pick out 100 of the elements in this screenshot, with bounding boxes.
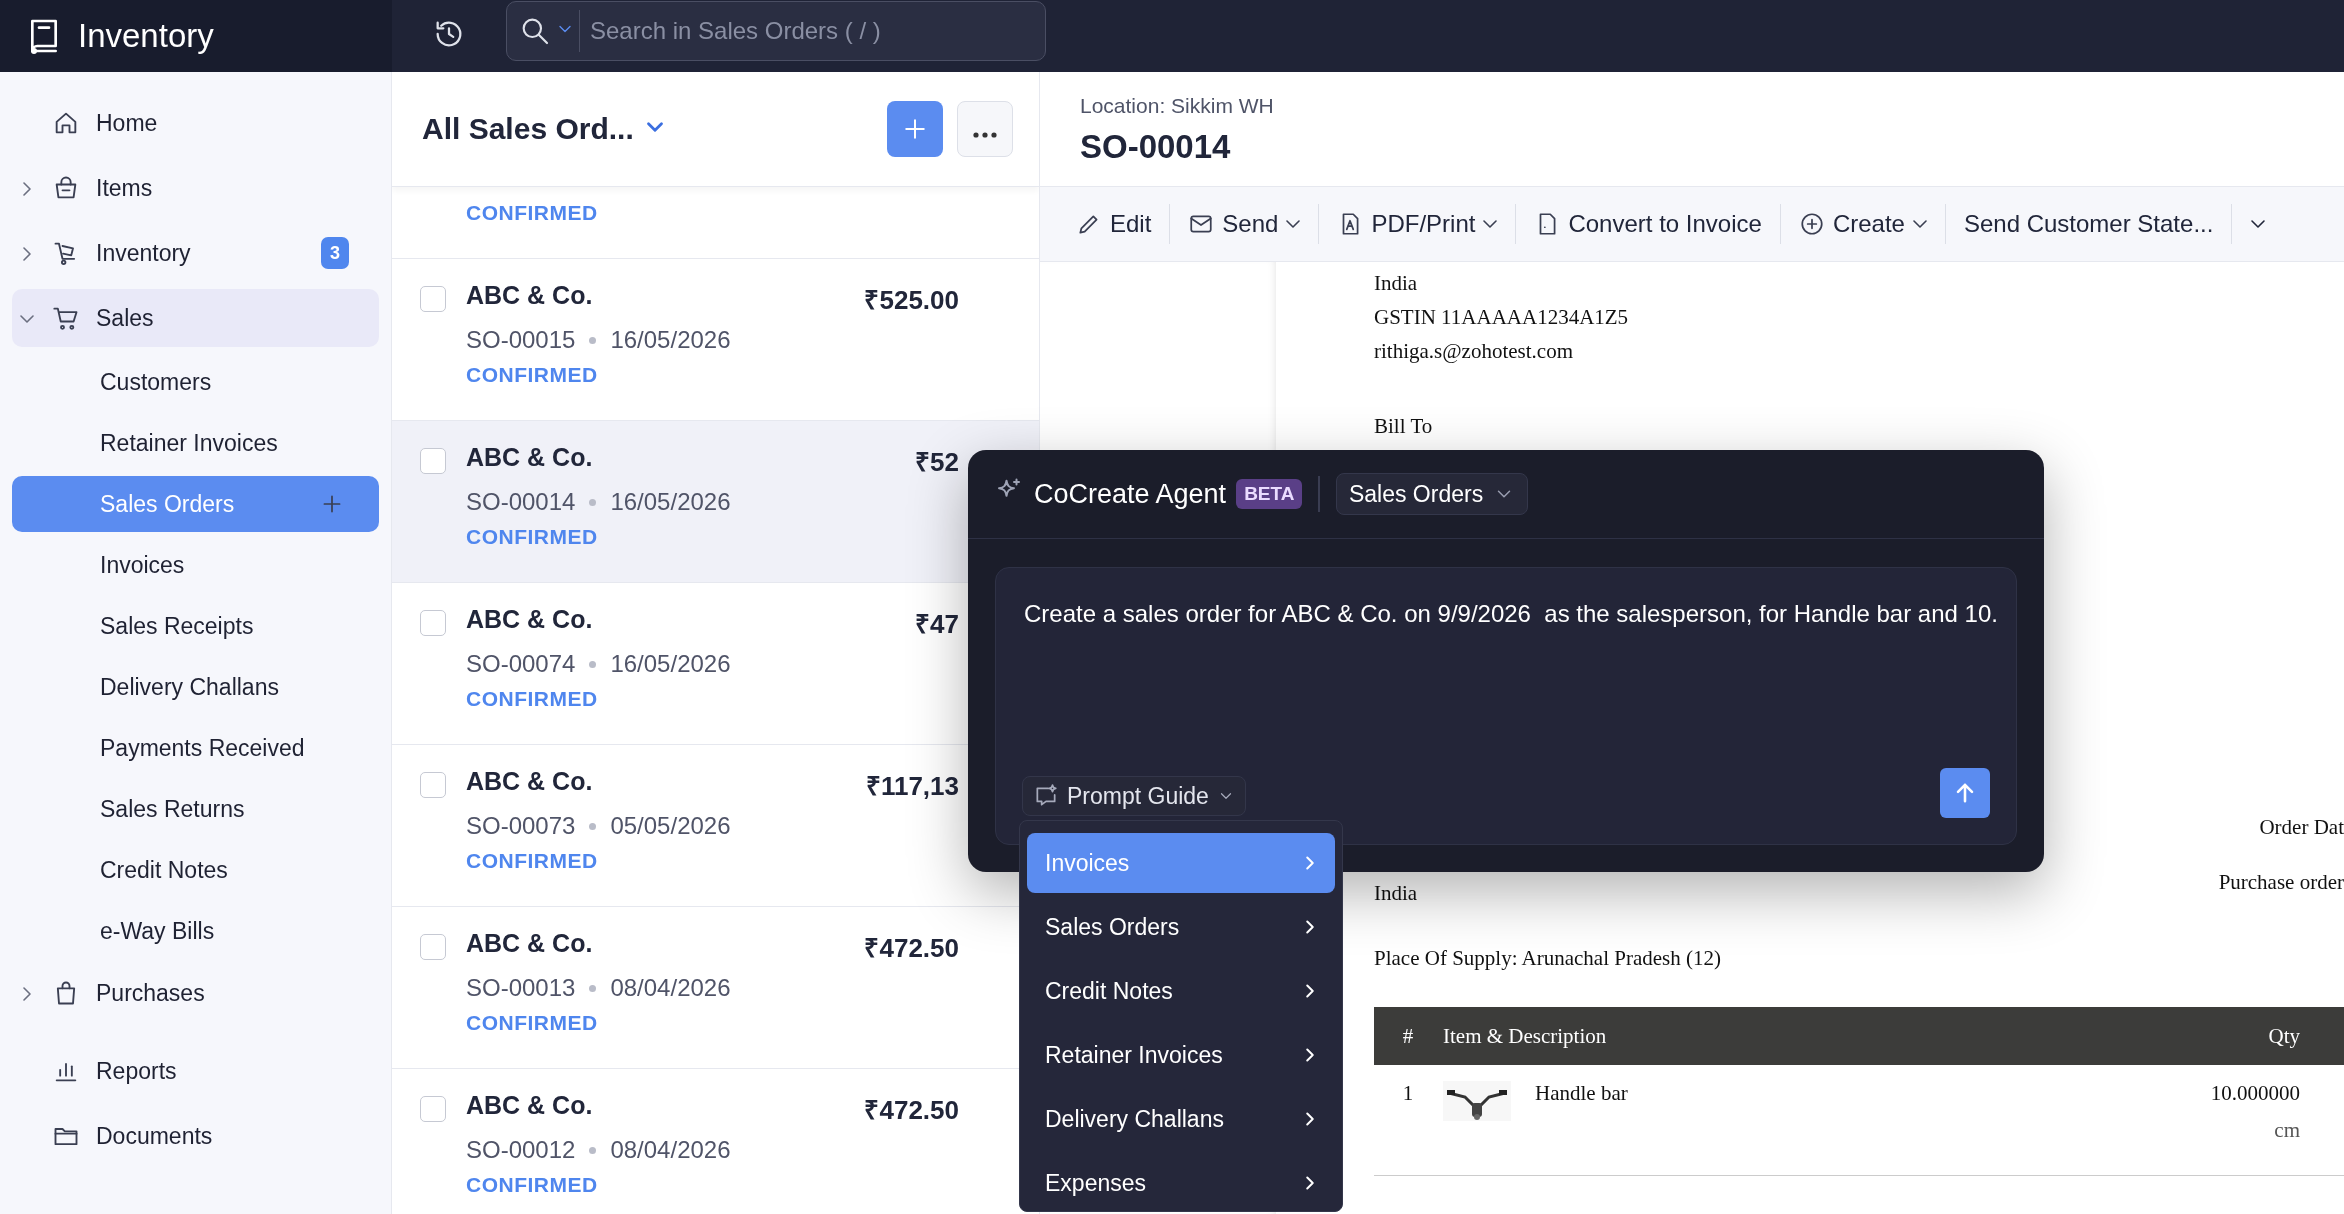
customer-name: ABC & Co. <box>466 767 594 797</box>
amount: ₹52 <box>915 446 959 479</box>
purchase-order-label: Purchase order <box>2218 870 2344 895</box>
bill-to-label: Bill To <box>1374 414 1434 439</box>
table-cell-text: 10.000000 <box>2209 1081 2300 1106</box>
separator-dot <box>589 822 597 830</box>
order-number: SO-00014 <box>466 488 576 516</box>
module-dropdown[interactable]: Sales Orders <box>1335 473 1529 515</box>
order-date: 05/05/2026 <box>610 812 731 840</box>
order-date: 08/04/2026 <box>610 974 731 1002</box>
checkbox[interactable] <box>420 448 446 474</box>
status-label: CONFIRMED <box>466 363 599 388</box>
place-of-supply: Place Of Supply: Arunachal Pradesh (12) <box>1374 946 1722 971</box>
toolbar-button[interactable]: Create <box>1780 204 1946 244</box>
separator-dot <box>589 1146 597 1154</box>
separator-dot <box>589 660 597 668</box>
unit-label: cm <box>2273 1118 2300 1143</box>
sidebar-item[interactable]: Inventory 3 <box>12 224 379 282</box>
sidebar-item[interactable]: Delivery Challans <box>12 659 379 715</box>
prompt-field[interactable]: Create a sales order for ABC & Co. on 9/9/2026 as the salesperson, for Handle bar and 10. Prompt Guide <box>995 567 2017 845</box>
column-header: Qty <box>1966 1007 2344 1065</box>
status-label: CONFIRMED <box>466 1011 599 1036</box>
column-header: # <box>1374 1007 1442 1065</box>
order-number: SO-00074 <box>466 650 576 678</box>
address-line: GSTIN 11AAAAA1234A1Z5 <box>1374 304 1630 331</box>
menu-item[interactable]: Expenses <box>1027 1153 1335 1211</box>
beta-badge: BETA <box>1236 479 1303 509</box>
app-title: Inventory <box>78 17 214 55</box>
toolbar-button[interactable]: Send <box>1170 204 1320 244</box>
checkbox[interactable] <box>420 286 446 312</box>
column-header: Item & Description <box>1442 1007 1967 1065</box>
sidebar-item[interactable]: Sales Receipts <box>12 598 379 654</box>
sidebar-item[interactable]: Reports <box>12 1042 379 1100</box>
order-date: 08/04/2026 <box>610 1136 731 1164</box>
amount: ₹47 <box>915 608 959 641</box>
chevron-right-icon <box>20 986 34 1001</box>
sidebar-item[interactable]: Purchases <box>12 964 379 1022</box>
address-line: India <box>1374 881 1418 905</box>
separator-dot <box>589 498 597 506</box>
status-label: CONFIRMED <box>466 687 599 712</box>
order-date: 16/05/2026 <box>610 326 731 354</box>
table-cell: Handle bar <box>1535 1081 1628 1106</box>
status-label: CONFIRMED <box>466 525 599 550</box>
amount: ₹117,13 <box>865 770 959 803</box>
checkbox[interactable] <box>420 772 446 798</box>
separator-dot <box>589 336 597 344</box>
chevron-down-icon <box>1483 217 1498 231</box>
toolbar-button[interactable]: Send Customer State... <box>1945 204 2233 244</box>
list-title: All Sales Ord... <box>422 112 634 146</box>
status-label: CONFIRMED <box>466 1173 599 1198</box>
more-icon <box>973 131 997 138</box>
order-date: 16/05/2026 <box>610 650 731 678</box>
address-line: rithiga.s@zohotest.com <box>1374 338 1574 365</box>
separator-dot <box>589 984 597 992</box>
amount: ₹525.00 <box>864 284 959 317</box>
sidebar-item[interactable]: Documents <box>12 1107 379 1165</box>
sidebar-item[interactable]: Home <box>12 94 379 152</box>
customer-name: ABC & Co. <box>466 281 594 311</box>
order-number: SO-00013 <box>466 974 576 1002</box>
table-cell: 1 <box>1374 1065 1442 1175</box>
sidebar-item[interactable]: Credit Notes <box>12 842 379 898</box>
customer-name: ABC & Co. <box>466 929 594 959</box>
customer-name: ABC & Co. <box>466 443 594 473</box>
order-number: SO-00012 <box>466 1136 576 1164</box>
toolbar-button[interactable]: Convert to Invoice <box>1516 204 1781 244</box>
sidebar-item[interactable]: Customers <box>12 354 379 410</box>
order-number: SO-00015 <box>466 326 576 354</box>
address-line: India <box>1374 270 1419 297</box>
order-date: 16/05/2026 <box>610 488 731 516</box>
checkbox[interactable] <box>420 610 446 636</box>
sidebar-item[interactable]: Payments Received <box>12 720 379 776</box>
count-badge: 3 <box>321 237 349 269</box>
order-date-label: Order Dat <box>2258 815 2344 840</box>
sidebar-item[interactable]: Sales Returns <box>12 781 379 837</box>
chevron-down-icon <box>1286 217 1301 231</box>
toolbar-button[interactable]: PDF/Print <box>1319 204 1517 244</box>
sidebar-item[interactable]: Items <box>12 159 379 217</box>
order-number: SO-00073 <box>466 812 576 840</box>
sidebar-item[interactable]: e-Way Bills <box>12 903 379 959</box>
chevron-right-icon <box>20 181 34 196</box>
amount: ₹472.50 <box>864 1094 959 1127</box>
amount: ₹472.50 <box>864 932 959 965</box>
sidebar-item[interactable]: Sales <box>12 289 379 347</box>
sidebar-item[interactable]: Invoices <box>12 537 379 593</box>
search-field[interactable]: Search in Sales Orders ( / ) <box>506 1 1046 61</box>
checkbox[interactable] <box>420 934 446 960</box>
menu-item[interactable]: Delivery Challans <box>1027 1089 1335 1149</box>
more-button[interactable] <box>957 101 1013 157</box>
prompt-guide-button[interactable]: Prompt Guide <box>1022 776 1246 816</box>
plus-circle-icon <box>1798 211 1825 237</box>
order-title: SO-00014 <box>1080 128 1232 166</box>
checkbox[interactable] <box>420 1096 446 1122</box>
chevron-right-icon <box>20 246 34 261</box>
send-button[interactable] <box>1940 768 1990 818</box>
status-label: CONFIRMED <box>466 849 599 874</box>
location-label: Location: Sikkim WH <box>1080 94 1275 118</box>
customer-name: ABC & Co. <box>466 1091 594 1121</box>
sidebar-item[interactable]: Retainer Invoices <box>12 415 379 471</box>
new-button[interactable] <box>887 101 943 157</box>
toolbar-button[interactable]: Edit <box>1058 204 1171 244</box>
